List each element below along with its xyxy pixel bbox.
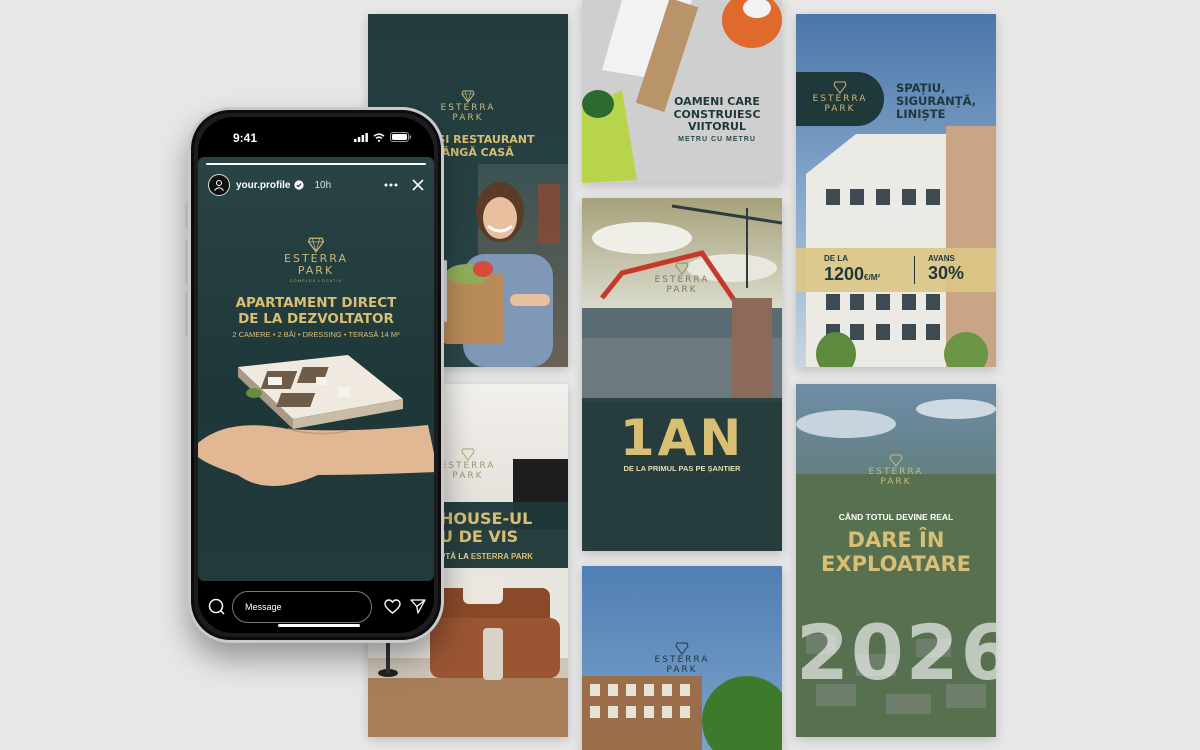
penthouse-subline-brand: ESTERRA PARK: [470, 552, 534, 561]
diamond-logo-icon: [675, 262, 689, 275]
brand-name-2: PARK: [666, 285, 698, 295]
phone-screen: 9:41 your.profile 10h ESTERRA PARK COMPL…: [198, 117, 434, 633]
dynamic-island: [286, 127, 350, 147]
story-card-one-year: ESTERRA PARK 1AN DE LA PRIMUL PAS PE ȘAN…: [582, 198, 782, 551]
year-big-number: 2026: [796, 608, 996, 697]
brand-logo: ESTERRA PARK: [582, 642, 782, 675]
brand-name: ESTERRA: [654, 275, 710, 285]
brand-name-2: PARK: [452, 113, 484, 123]
home-indicator: [278, 624, 360, 627]
status-time: 9:41: [233, 131, 258, 145]
volume-button: [185, 292, 188, 336]
hand-floorplan-image: [198, 355, 434, 486]
price-label: DE LA: [824, 254, 848, 263]
message-input[interactable]: [232, 591, 372, 623]
one-year-big-text: 1AN: [619, 409, 745, 467]
building-headline-line3: LINIȘTE: [896, 107, 946, 122]
brand-logo: ESTERRA PARK: [582, 262, 782, 295]
brand-name: ESTERRA: [440, 461, 496, 471]
penthouse-subline-prefix: PTĂ LA: [440, 552, 469, 561]
power-button: [444, 260, 447, 322]
profile-name[interactable]: your.profile: [236, 180, 290, 191]
story-card-2026: ESTERRA PARK CÂND TOTUL DEVINE REAL DARE…: [796, 384, 996, 737]
volume-button: [185, 240, 188, 284]
avatar[interactable]: [208, 174, 230, 196]
diamond-logo-icon: [889, 454, 903, 467]
diamond-logo-icon: [675, 642, 689, 655]
verified-icon: [294, 180, 305, 190]
brand-name-2: PARK: [824, 104, 856, 114]
brand-name-2: PARK: [452, 471, 484, 481]
status-bar: 9:41: [198, 117, 434, 157]
workers-subline: METRU CU METRU: [678, 136, 756, 143]
penthouse-subline: PTĂ LA ESTERRA PARK: [440, 552, 533, 561]
diamond-logo-icon: [307, 237, 325, 253]
phone-mockup: 9:41 your.profile 10h ESTERRA PARK COMPL…: [185, 107, 447, 643]
diamond-logo-icon: [833, 81, 847, 94]
brand-logo: ESTERRA PARK: [796, 454, 996, 487]
search-icon[interactable]: [208, 598, 226, 616]
price-unit: €/M²: [864, 273, 881, 282]
send-icon[interactable]: [410, 599, 426, 614]
building-headline: SPAȚIU, SIGURANȚĂ, LINIȘTE: [896, 81, 976, 122]
story-card-building-sky: ESTERRA PARK: [582, 566, 782, 750]
close-icon[interactable]: [412, 179, 424, 191]
workers-headline-line1: OAMENI CARE: [674, 95, 760, 108]
story-headline-line2: DE LA DEZVOLTATOR: [238, 310, 394, 327]
advance-label: AVANS: [928, 254, 955, 263]
story-card-building: ESTERRA PARK SPAȚIU, SIGURANȚĂ, LINIȘTE …: [796, 14, 996, 367]
brand-name: ESTERRA: [440, 103, 496, 113]
brand-logo: ESTERRA PARK: [796, 81, 884, 114]
story-headline-line1: APARTAMENT DIRECT: [235, 295, 397, 311]
one-year-subline: DE LA PRIMUL PAS PE ȘANTIER: [623, 464, 741, 473]
volume-button: [185, 202, 188, 228]
brand-name: ESTERRA: [868, 467, 924, 477]
woman-groceries-photo: [443, 182, 553, 367]
apartment-building-photo: [806, 126, 996, 367]
workers-headline-line3: VIITORUL: [688, 120, 746, 134]
story-headline: APARTAMENT DIRECT DE LA DEZVOLTATOR: [198, 295, 434, 327]
brand-name-2: PARK: [297, 264, 335, 277]
construction-workers-photo: [582, 0, 782, 183]
brick-building-photo: [582, 676, 782, 750]
story-view[interactable]: your.profile 10h ESTERRA PARK COMPLEX LO…: [198, 157, 434, 581]
wifi-icon: [373, 132, 385, 142]
battery-icon: [390, 132, 412, 142]
year-headline-line1: DARE ÎN: [847, 528, 945, 552]
diamond-logo-icon: [461, 90, 475, 103]
story-features: 2 CAMERE • 2 BĂI • DRESSING • TERASĂ 14 …: [232, 330, 400, 339]
penthouse-headline-line2: U DE VIS: [440, 527, 519, 547]
price-value: 1200€/M²: [824, 264, 880, 285]
story-card-workers: OAMENI CARE CONSTRUIESC VIITORUL METRU C…: [582, 0, 782, 183]
penthouse-headline: HOUSE-UL U DE VIS: [440, 509, 533, 547]
status-icons: [354, 132, 412, 142]
year-headline: DARE ÎN EXPLOATARE: [796, 528, 996, 576]
workers-headline: OAMENI CARE CONSTRUIESC VIITORUL: [652, 95, 782, 134]
story-brand-logo: ESTERRA PARK COMPLEX LOCATIV: [198, 237, 434, 283]
signal-icon: [354, 132, 368, 142]
story-time: 10h: [314, 179, 332, 191]
brand-name-2: PARK: [880, 477, 912, 487]
story-progress-bar: [206, 163, 426, 165]
user-icon: [214, 180, 224, 191]
story-progress-fill: [206, 163, 426, 165]
heart-icon[interactable]: [384, 599, 401, 614]
brand-name: ESTERRA: [654, 655, 710, 665]
diamond-logo-icon: [461, 448, 475, 461]
story-header: your.profile 10h: [208, 173, 424, 197]
year-kicker: CÂND TOTUL DEVINE REAL: [838, 512, 954, 522]
penthouse-headline-line1: HOUSE-UL: [440, 509, 533, 528]
price-number: 1200: [824, 264, 865, 284]
story-actions: [384, 179, 424, 191]
building-logo-pill: ESTERRA PARK: [796, 72, 884, 126]
brand-subtitle: COMPLEX LOCATIV: [289, 278, 343, 283]
advance-value: 30%: [928, 263, 965, 283]
more-icon[interactable]: [384, 183, 398, 187]
brand-name: ESTERRA: [812, 94, 868, 104]
brand-name-2: PARK: [666, 665, 698, 675]
price-divider: [914, 256, 915, 284]
price-banner: DE LA 1200€/M² AVANS 30%: [796, 248, 996, 292]
year-headline-line2: EXPLOATARE: [821, 552, 971, 577]
